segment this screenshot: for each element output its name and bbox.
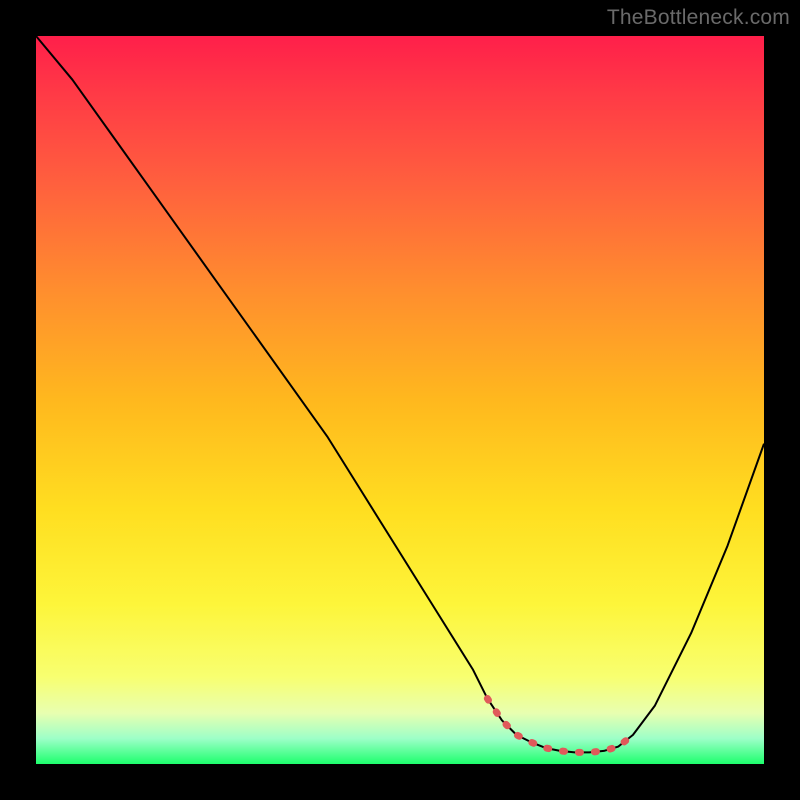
chart-plot-area xyxy=(36,36,764,764)
chart-svg xyxy=(36,36,764,764)
watermark-text: TheBottleneck.com xyxy=(607,6,790,30)
valley-highlight xyxy=(487,698,633,752)
curve-black xyxy=(36,36,764,752)
